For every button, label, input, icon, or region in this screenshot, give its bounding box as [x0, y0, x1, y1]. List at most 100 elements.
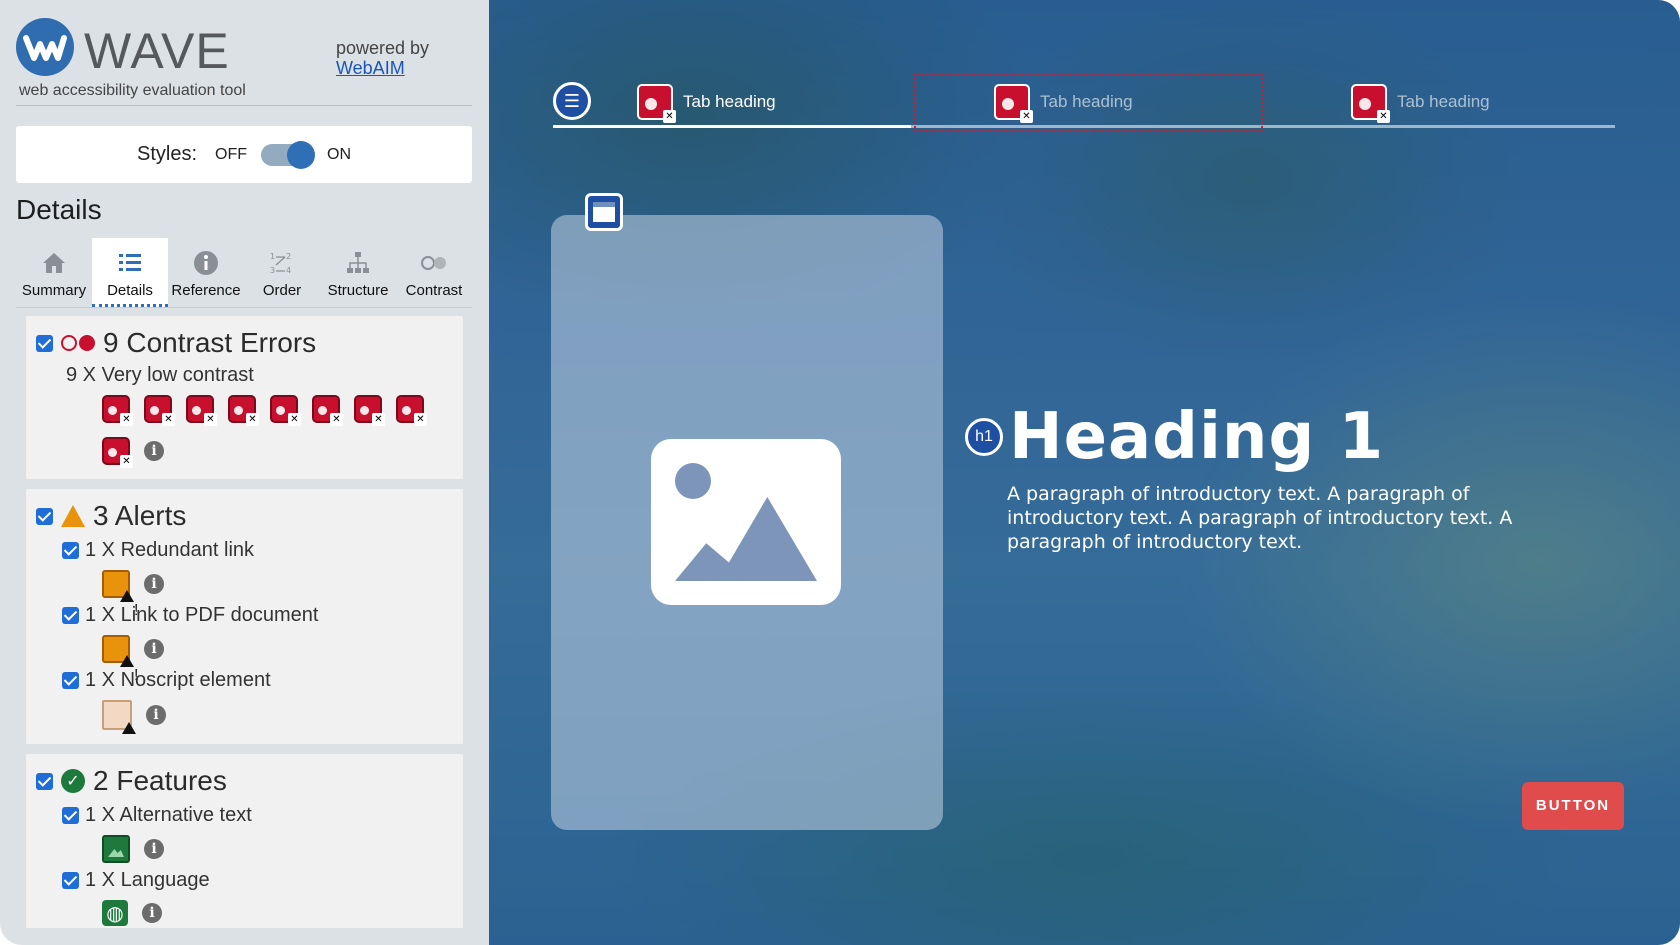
contrast-error-icon[interactable]	[312, 395, 343, 426]
noscript-checkbox[interactable]	[62, 672, 79, 689]
warning-icon	[61, 505, 85, 527]
tab-order[interactable]: 1 2 3 4 Order	[244, 238, 320, 307]
alt-text-checkbox[interactable]	[62, 807, 79, 824]
list-icon	[92, 248, 168, 278]
contrast-error-icon[interactable]	[102, 395, 133, 426]
styles-label: Styles:	[136, 143, 198, 165]
info-icon[interactable]: i	[144, 639, 164, 659]
contrast-icon	[396, 248, 472, 278]
contrast-error-icon	[61, 335, 95, 351]
contrast-error-icons: i	[102, 395, 453, 468]
preview-tab-2[interactable]: Tab heading	[994, 82, 1133, 123]
alerts-checkbox[interactable]	[36, 507, 53, 525]
preview-tab-3[interactable]: Tab heading	[1351, 82, 1490, 123]
feature-icons: i	[102, 835, 453, 863]
feature-icons: ◍ i	[102, 900, 453, 926]
tab-label: Reference	[171, 282, 241, 299]
page-preview: ☰ Tab heading Tab heading Tab heading	[489, 0, 1680, 945]
contrast-error-icon[interactable]	[1351, 84, 1390, 123]
contrast-error-icon[interactable]	[994, 84, 1033, 123]
info-icon[interactable]: i	[146, 705, 166, 725]
panel-tabs: Summary Details Reference 1234 Order Str…	[16, 238, 472, 308]
tab-details[interactable]: Details	[92, 238, 168, 307]
alert-item-label: 1 X Redundant link	[85, 539, 255, 561]
wave-sidebar: WAVE web accessibility evaluation tool p…	[0, 0, 489, 945]
tab-contrast[interactable]: Contrast	[396, 238, 472, 307]
tab-label: Summary	[21, 282, 87, 299]
toggle-knob	[287, 140, 316, 169]
tab-label: Order	[262, 282, 302, 299]
features-checkbox[interactable]	[36, 772, 53, 790]
active-tab-underline	[553, 125, 911, 128]
tab-structure[interactable]: Structure	[320, 238, 396, 307]
home-icon	[16, 248, 92, 278]
alert-icons: i	[102, 700, 453, 734]
webaim-link[interactable]: WebAIM	[336, 58, 429, 78]
features-group: ✓ 2 Features 1 X Alternative text i 1 X …	[26, 754, 463, 928]
page-heading: Heading 1	[1009, 400, 1385, 474]
styles-on-label: ON	[327, 145, 352, 163]
panel-title: Details	[16, 194, 102, 225]
alerts-group: 3 Alerts 1 X Redundant link i 1 X Link t…	[26, 489, 463, 744]
cta-button[interactable]: BUTTON	[1522, 782, 1624, 830]
group-header: 9 Contrast Errors	[36, 326, 453, 360]
redundant-link-icon[interactable]	[102, 570, 134, 602]
brand-name: WAVE	[84, 23, 230, 79]
preview-tab-1[interactable]: Tab heading	[637, 82, 776, 123]
brand-tagline: web accessibility evaluation tool	[19, 82, 246, 99]
alert-item-label: 1 X Link to PDF document	[85, 604, 319, 626]
language-checkbox[interactable]	[62, 872, 79, 889]
heading-block: h1 Heading 1	[965, 400, 1384, 474]
feature-item-alt-text: 1 X Alternative text	[62, 804, 453, 827]
info-icon[interactable]: i	[142, 903, 162, 923]
svg-text:3: 3	[270, 266, 275, 275]
info-icon	[168, 248, 244, 278]
tab-reference[interactable]: Reference	[168, 238, 244, 307]
info-icon[interactable]: i	[144, 839, 164, 859]
feature-item-label: 1 X Alternative text	[85, 804, 252, 826]
contrast-error-icon[interactable]	[396, 395, 427, 426]
intro-paragraph: A paragraph of introductory text. A para…	[1007, 483, 1513, 553]
tab-label: Contrast	[405, 282, 463, 299]
contrast-error-icon[interactable]	[637, 84, 676, 123]
contrast-error-icon[interactable]	[228, 395, 259, 426]
info-icon[interactable]: i	[144, 574, 164, 594]
h1-badge-icon[interactable]: h1	[965, 418, 1003, 456]
redundant-link-checkbox[interactable]	[62, 542, 79, 559]
alt-text-icon[interactable]	[102, 835, 130, 863]
very-low-contrast-label: 9 X Very low contrast	[66, 364, 254, 386]
info-icon[interactable]: i	[144, 441, 164, 461]
image-card	[551, 193, 943, 830]
check-circle-icon: ✓	[61, 769, 85, 793]
contrast-error-icon[interactable]	[354, 395, 385, 426]
menu-list-icon[interactable]: ☰	[553, 82, 591, 120]
styles-off-label: OFF	[215, 145, 248, 163]
styles-toggle-box: Styles: OFF ON	[16, 126, 472, 183]
details-list[interactable]: 9 Contrast Errors 9 X Very low contrast …	[26, 316, 463, 928]
alert-item-noscript: 1 X Noscript element	[62, 669, 453, 692]
contrast-error-icon[interactable]	[144, 395, 175, 426]
pdf-link-icon[interactable]	[102, 635, 134, 667]
tab-summary[interactable]: Summary	[16, 238, 92, 307]
group-header: ✓ 2 Features	[36, 764, 453, 798]
styles-toggle-switch[interactable]	[261, 140, 316, 169]
wave-logo-icon	[16, 18, 74, 76]
alert-item-label: 1 X Noscript element	[85, 669, 271, 691]
region-icon[interactable]	[585, 193, 623, 231]
noscript-icon[interactable]	[102, 700, 136, 734]
contrast-error-icon[interactable]	[270, 395, 301, 426]
preview-tab-label: Tab heading	[1040, 92, 1133, 111]
feature-item-label: 1 X Language	[85, 869, 210, 891]
svg-text:2: 2	[286, 252, 291, 261]
contrast-error-icon[interactable]	[102, 437, 133, 468]
feature-item-language: 1 X Language	[62, 869, 453, 892]
powered-by-label: powered by	[336, 38, 430, 58]
tab-label: Details	[107, 282, 153, 299]
features-heading: 2 Features	[93, 765, 227, 796]
pdf-link-checkbox[interactable]	[62, 607, 79, 624]
brand-header: WAVE web accessibility evaluation tool p…	[16, 18, 472, 106]
contrast-error-icon[interactable]	[186, 395, 217, 426]
contrast-errors-checkbox[interactable]	[36, 334, 53, 352]
image-placeholder-icon	[651, 439, 841, 605]
globe-icon[interactable]: ◍	[102, 900, 128, 926]
